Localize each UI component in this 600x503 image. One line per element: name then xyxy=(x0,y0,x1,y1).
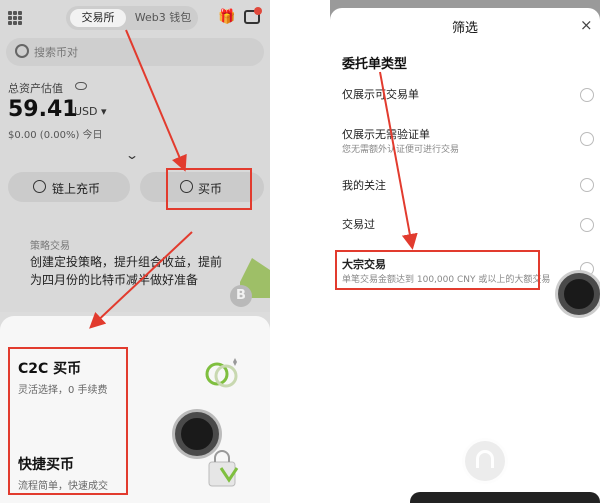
currency-selector[interactable]: USD ▾ xyxy=(74,105,107,118)
download-icon xyxy=(33,180,46,193)
gift-icon[interactable]: 🎁 xyxy=(218,10,235,25)
apps-grid-icon[interactable] xyxy=(8,11,22,25)
router-logo-icon xyxy=(462,438,508,484)
asset-estimate-label: 总资产估值 xyxy=(8,82,63,95)
bitcoin-icon: B xyxy=(230,285,252,307)
confirm-bar[interactable] xyxy=(410,492,600,503)
chevron-down-icon[interactable]: ⌄ xyxy=(125,148,139,162)
option-followed[interactable]: 我的关注 xyxy=(342,177,386,193)
tab-exchange[interactable]: 交易所 xyxy=(70,9,126,27)
search-icon xyxy=(15,44,29,58)
strategy-label: 策略交易 xyxy=(30,241,70,252)
asset-value: 59.41 xyxy=(8,97,78,122)
eye-icon[interactable] xyxy=(75,82,87,90)
daily-pnl: $0.00 (0.00%) 今日 xyxy=(8,130,103,141)
tab-web3-wallet[interactable]: Web3 钱包 xyxy=(130,9,196,27)
filter-title: 筛选 xyxy=(452,21,479,36)
touch-indicator-right xyxy=(558,273,600,315)
c2c-buy-title[interactable]: C2C 买币 xyxy=(18,358,81,378)
option-traded-before[interactable]: 交易过 xyxy=(342,216,375,232)
radio-no-verification[interactable] xyxy=(580,132,594,146)
c2c-rings-icon xyxy=(205,358,238,388)
order-type-heading: 委托单类型 xyxy=(342,57,408,72)
touch-indicator xyxy=(175,412,219,456)
option-tradable-only[interactable]: 仅展示可交易单 xyxy=(342,86,419,102)
quick-buy-subtitle: 流程简单，快速成交 xyxy=(18,481,108,492)
quick-buy-title[interactable]: 快捷买币 xyxy=(18,454,74,474)
c2c-buy-subtitle: 灵活选择，0 手续费 xyxy=(18,385,108,396)
highlight-box-bulk-trade xyxy=(335,250,540,290)
notification-dot xyxy=(254,7,262,15)
radio-tradable-only[interactable] xyxy=(580,88,594,102)
strategy-text[interactable]: 创建定投策略，提升组合收益，提前为四月份的比特币减半做好准备 xyxy=(30,253,230,289)
close-icon[interactable]: × xyxy=(580,16,593,34)
option-no-verification[interactable]: 仅展示无需验证单 xyxy=(342,126,430,142)
radio-traded-before[interactable] xyxy=(580,218,594,232)
search-placeholder: 搜索币对 xyxy=(34,46,78,59)
option-no-verification-sub: 您无需额外认证便可进行交易 xyxy=(342,145,460,155)
radio-followed[interactable] xyxy=(580,178,594,192)
watermark-url: luyouqi.com xyxy=(514,470,593,483)
highlight-box-buy xyxy=(166,168,252,210)
onchain-deposit-label: 链上充币 xyxy=(52,182,101,196)
shopping-bag-icon xyxy=(208,450,239,487)
watermark-text: 路由器 xyxy=(514,444,580,468)
